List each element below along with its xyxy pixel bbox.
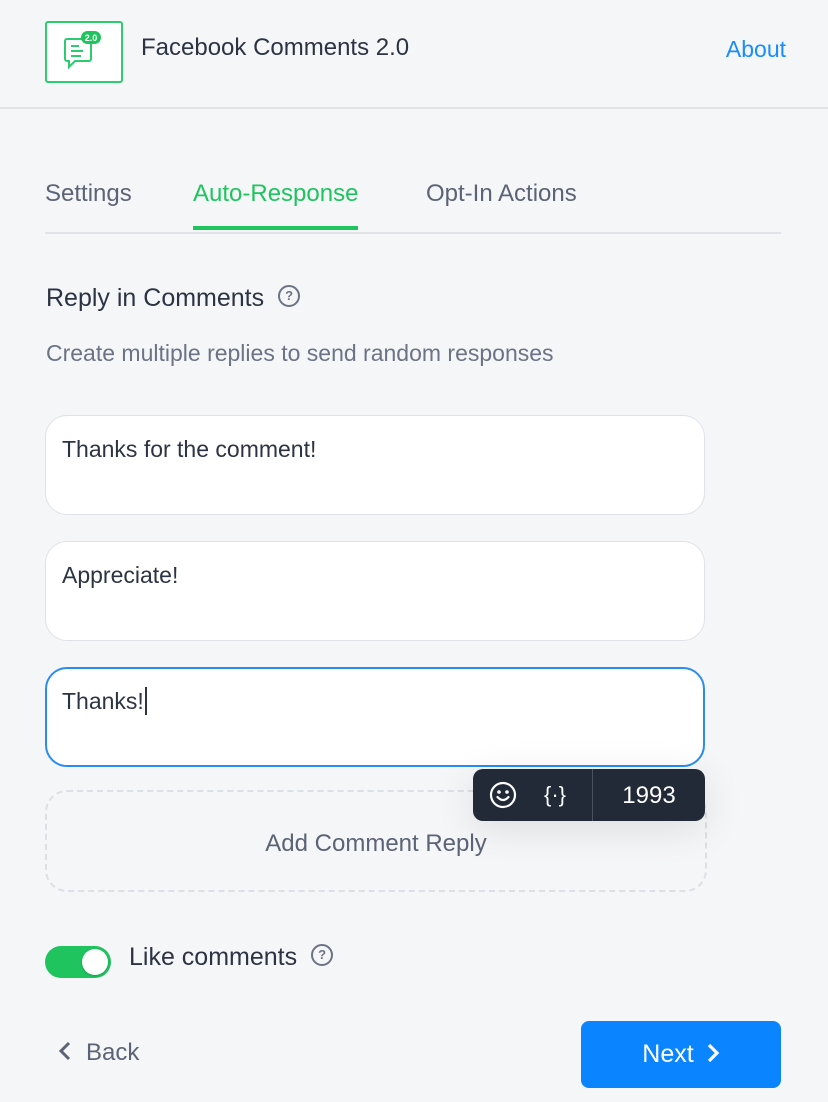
app-header: 2.0 Facebook Comments 2.0 About xyxy=(0,0,828,109)
reply-input[interactable]: Thanks for the comment! xyxy=(45,415,705,515)
variables-button[interactable]: {·} xyxy=(535,769,575,821)
reply-text: Thanks for the comment! xyxy=(62,436,317,462)
section-title-text: Reply in Comments xyxy=(46,284,265,312)
tab-settings[interactable]: Settings xyxy=(45,180,132,228)
app-logo: 2.0 xyxy=(45,21,123,83)
help-icon[interactable]: ? xyxy=(278,285,301,308)
like-comments-text: Like comments xyxy=(129,943,298,971)
reply-input-focused[interactable]: Thanks! xyxy=(45,667,705,767)
app-title: Facebook Comments 2.0 xyxy=(141,34,410,61)
tab-opt-in-actions[interactable]: Opt-In Actions xyxy=(426,180,577,228)
back-label: Back xyxy=(86,1039,140,1066)
text-caret xyxy=(144,686,147,715)
tab-auto-response[interactable]: Auto-Response xyxy=(193,180,359,230)
chevron-left-icon xyxy=(58,1041,71,1061)
next-label: Next xyxy=(642,1040,694,1068)
help-icon[interactable]: ? xyxy=(311,944,334,967)
section-description: Create multiple replies to send random r… xyxy=(46,340,554,366)
logo-badge-text: 2.0 xyxy=(85,33,98,43)
reply-toolbar: {·} 1993 xyxy=(473,769,705,821)
curly-braces-icon: {·} xyxy=(543,782,567,807)
chevron-right-icon xyxy=(707,1043,719,1063)
like-comments-label: Like comments? xyxy=(129,943,334,972)
like-comments-toggle[interactable] xyxy=(45,946,111,978)
section-title: Reply in Comments? xyxy=(46,284,301,313)
tab-bar: Settings Auto-Response Opt-In Actions xyxy=(45,170,781,234)
emoji-button[interactable] xyxy=(483,769,523,821)
reply-text: Thanks! xyxy=(62,688,144,714)
character-count: 1993 xyxy=(622,782,676,809)
back-button[interactable]: Back xyxy=(58,1039,139,1067)
reply-text: Appreciate! xyxy=(62,562,179,588)
comment-badge-icon: 2.0 xyxy=(64,31,101,70)
toggle-knob xyxy=(82,949,108,975)
reply-input[interactable]: Appreciate! xyxy=(45,541,705,641)
smiley-icon xyxy=(489,781,517,808)
about-link[interactable]: About xyxy=(726,36,786,63)
next-button[interactable]: Next xyxy=(581,1021,781,1088)
